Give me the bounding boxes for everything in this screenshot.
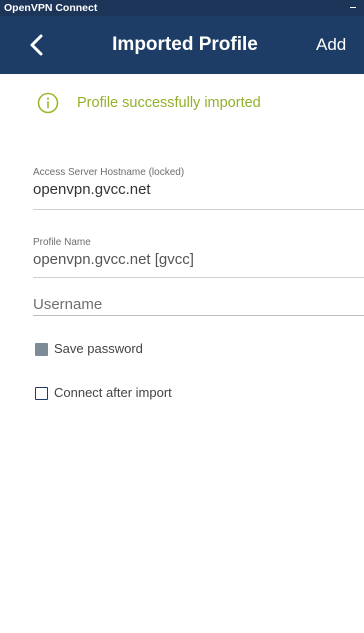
hostname-underline (33, 209, 364, 210)
page-title: Imported Profile (112, 34, 258, 55)
profile-name-field[interactable]: openvpn.gvcc.net [gvcc] (33, 251, 194, 269)
window-title: OpenVPN Connect (4, 2, 98, 14)
app-window: OpenVPN Connect Imported Profile Add Pro… (0, 0, 364, 633)
app-header: Imported Profile Add (0, 16, 364, 74)
hostname-label: Access Server Hostname (locked) (33, 167, 185, 178)
hostname-value: openvpn.gvcc.net (33, 181, 151, 198)
save-password-checkbox[interactable] (35, 342, 48, 356)
import-status: Profile successfully imported (37, 92, 261, 114)
info-circle-icon (37, 92, 59, 114)
add-button[interactable]: Add (316, 35, 346, 55)
chevron-left-icon (30, 34, 43, 56)
save-password-label: Save password (54, 341, 143, 356)
connect-after-import-label: Connect after import (54, 385, 172, 400)
connect-after-import-checkbox[interactable] (35, 386, 48, 400)
status-message: Profile successfully imported (77, 95, 261, 111)
profile-name-underline (33, 277, 364, 278)
minimize-icon[interactable] (346, 2, 360, 14)
save-password-option[interactable]: Save password (35, 340, 143, 358)
profile-name-label: Profile Name (33, 237, 91, 248)
connect-after-import-option[interactable]: Connect after import (35, 384, 172, 402)
window-titlebar: OpenVPN Connect (0, 0, 364, 16)
username-input[interactable] (33, 293, 364, 316)
back-button[interactable] (26, 33, 46, 57)
